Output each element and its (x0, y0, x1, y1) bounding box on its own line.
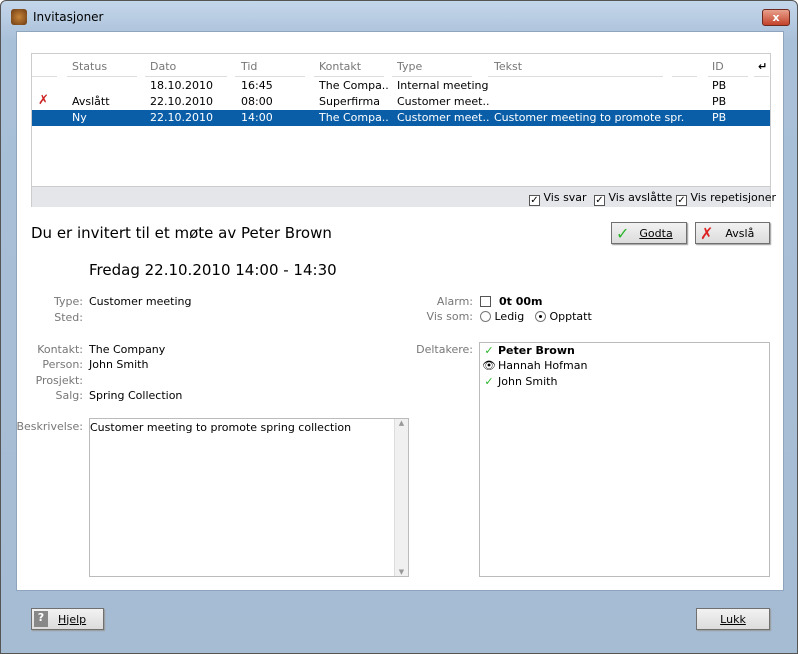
label-prosjekt: Prosjekt: (35, 374, 83, 387)
checkbox[interactable]: ✓ (594, 195, 605, 206)
label-kontakt: Kontakt: (37, 343, 83, 356)
checkbox[interactable]: ✓ (676, 195, 687, 206)
label-alarm: Alarm: (436, 295, 473, 308)
window-title: Invitasjoner (33, 10, 104, 24)
accept-button[interactable]: ✓ Godta (611, 222, 687, 244)
cell-type: Customer meet.. (397, 95, 490, 108)
alarm-checkbox[interactable] (480, 295, 491, 308)
label-sted: Sted: (54, 311, 83, 324)
list-item[interactable]: 👁 Hannah Hofman (480, 359, 587, 372)
column-header-kontakt[interactable]: Kontakt (319, 60, 361, 73)
filter-vis-repetisjoner[interactable]: ✓ Vis repetisjoner (676, 191, 776, 206)
participants-list[interactable]: ✓ Peter Brown 👁 Hannah Hofman ✓ John Smith (479, 342, 770, 577)
invitations-grid: Status Dato Tid Kontakt Type Tekst ID ↵ … (31, 53, 776, 207)
cell-tid: 14:00 (241, 111, 273, 124)
label-person: Person: (42, 358, 83, 371)
radio-ledig[interactable]: Ledig (480, 310, 524, 323)
table-row[interactable]: Ny 22.10.2010 14:00 The Compa.. Customer mee… (32, 110, 770, 126)
description-textarea[interactable]: Customer meeting to promote spring colle… (89, 418, 409, 577)
cell-tid: 08:00 (241, 95, 273, 108)
cell-id: PB (712, 79, 727, 92)
checkbox[interactable]: ✓ (529, 195, 540, 206)
help-icon: ? (34, 611, 48, 627)
column-header-status[interactable]: Status (72, 60, 107, 73)
declined-x-icon: ✗ (38, 93, 49, 108)
title-bar: Invitasjoner (11, 9, 104, 25)
cell-id: PB (712, 111, 727, 124)
eye-icon: 👁 (482, 359, 496, 372)
filter-vis-avslatte[interactable]: ✓ Vis avslåtte (594, 191, 672, 206)
table-row[interactable]: ✗ Avslått 22.10.2010 08:00 Superfirma Custome… (32, 93, 770, 110)
close-button[interactable]: Lukk (696, 608, 770, 630)
label-type: Type: (54, 295, 83, 308)
radio-opptatt[interactable]: Opptatt (535, 310, 592, 323)
column-header-id[interactable]: ID (712, 60, 724, 73)
cell-tid: 16:45 (241, 79, 273, 92)
cell-kontakt: The Compa.. (319, 111, 389, 124)
table-row[interactable]: 18.10.2010 16:45 The Compa.. Internal meeti… (32, 78, 770, 94)
window: Invitasjoner x Status Dato Tid Kontakt T… (0, 0, 798, 654)
cell-status: Avslått (72, 95, 110, 108)
filter-bar: ✓ Vis svar ✓ Vis avslåtte ✓ Vis repetisj… (32, 186, 776, 207)
label-vis-som: Vis som: (426, 310, 473, 323)
list-item[interactable]: ✓ John Smith (480, 375, 557, 388)
check-icon: ✓ (484, 375, 494, 388)
cell-tekst: Customer meeting to promote spr. (494, 111, 685, 124)
cell-kontakt: The Compa.. (319, 79, 389, 92)
cell-dato: 22.10.2010 (150, 111, 213, 124)
column-chooser-icon[interactable]: ↵ (758, 60, 767, 73)
filter-vis-svar[interactable]: ✓ Vis svar (529, 191, 587, 206)
cell-dato: 18.10.2010 (150, 79, 213, 92)
column-header-type[interactable]: Type (397, 60, 422, 73)
label-beskrivelse: Beskrivelse: (16, 420, 83, 433)
value-person: John Smith (89, 358, 149, 371)
decline-button[interactable]: ✗ Avslå (695, 222, 770, 244)
cell-type: Internal meeting (397, 79, 489, 92)
x-icon: ✗ (700, 223, 714, 243)
label-deltakere: Deltakere: (416, 343, 473, 356)
value-kontakt: The Company (89, 343, 166, 356)
value-salg: Spring Collection (89, 389, 183, 402)
column-header-tid[interactable]: Tid (241, 60, 257, 73)
close-window-button[interactable]: x (762, 9, 790, 26)
column-header-tekst[interactable]: Tekst (494, 60, 522, 73)
value-type: Customer meeting (89, 295, 192, 308)
scrollbar[interactable]: ▲ ▼ (394, 419, 408, 576)
meeting-time: Fredag 22.10.2010 14:00 - 14:30 (89, 261, 337, 279)
app-icon (11, 9, 27, 25)
cell-kontakt: Superfirma (319, 95, 380, 108)
label-salg: Salg: (55, 389, 83, 402)
invite-heading: Du er invitert til et møte av Peter Brow… (31, 224, 332, 242)
cell-type: Customer meet.. (397, 111, 490, 124)
column-header-dato[interactable]: Dato (150, 60, 176, 73)
list-item[interactable]: ✓ Peter Brown (480, 344, 574, 357)
cell-status: Ny (72, 111, 87, 124)
check-icon: ✓ (484, 344, 494, 357)
help-button[interactable]: ? Hjelp (31, 608, 104, 630)
alarm-value: 0t 00m (499, 295, 543, 308)
cell-dato: 22.10.2010 (150, 95, 213, 108)
check-icon: ✓ (616, 223, 630, 243)
cell-id: PB (712, 95, 727, 108)
